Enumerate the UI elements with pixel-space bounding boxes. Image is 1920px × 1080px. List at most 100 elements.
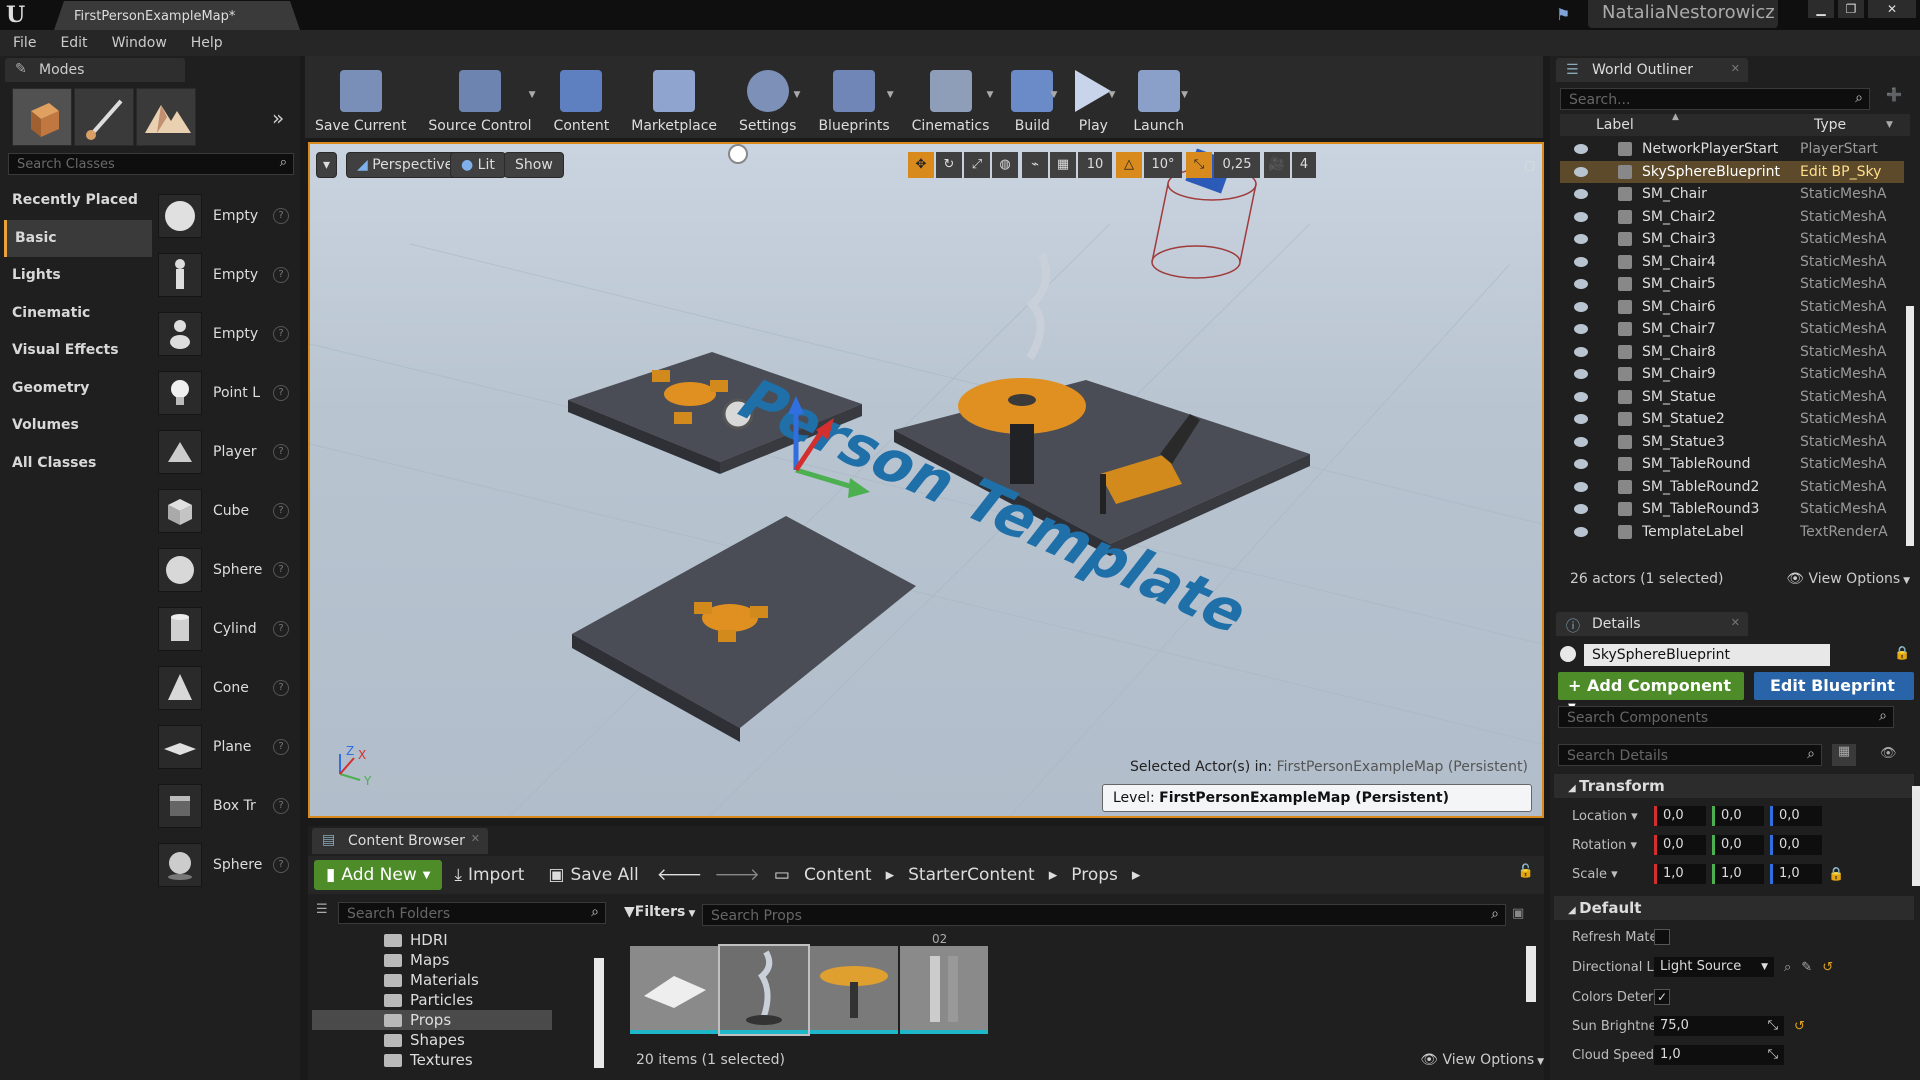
menu-file[interactable]: File [0, 30, 47, 56]
eye-icon[interactable] [1574, 459, 1588, 470]
content-button[interactable]: Content [554, 56, 609, 138]
add-new-button[interactable]: ▮ Add New ▼ [314, 860, 443, 890]
col-type-header[interactable]: Type [1814, 117, 1846, 133]
add-actor-icon[interactable]: ➕ [1886, 88, 1902, 103]
folder-scrollbar[interactable] [594, 958, 604, 1068]
browse-icon[interactable]: ⌕ [1784, 960, 1791, 975]
modes-tab[interactable]: ✎ Modes [5, 58, 185, 82]
scale-snap-value[interactable]: 0,25 [1214, 152, 1260, 178]
menu-edit[interactable]: Edit [47, 30, 98, 56]
category-visual-effects[interactable]: Visual Effects [4, 332, 152, 370]
outliner-row[interactable]: NetworkPlayerStart PlayerStart [1560, 138, 1904, 161]
breadcrumb-separator-icon[interactable]: ▸ [1049, 865, 1058, 885]
folder-hdri[interactable]: HDRI [312, 930, 552, 950]
forward-arrow-icon[interactable]: 🡒 [708, 860, 766, 890]
category-cinematic[interactable]: Cinematic [4, 295, 152, 333]
eye-icon[interactable] [1574, 481, 1588, 492]
grid-snap-value[interactable]: 10 [1078, 152, 1112, 178]
colors-determined-checkbox[interactable]: ✓ [1654, 989, 1670, 1005]
breadcrumb-separator-icon[interactable]: ▸ [886, 865, 895, 885]
outliner-row[interactable]: SM_TableRound3 StaticMeshA [1560, 498, 1904, 521]
show-button[interactable]: Show [504, 152, 564, 178]
camera-speed-icon[interactable]: 🎥 [1264, 152, 1290, 178]
eye-icon[interactable] [1574, 279, 1588, 290]
eye-icon[interactable] [1574, 324, 1588, 335]
outliner-row[interactable]: SM_Chair3 StaticMeshA [1560, 228, 1904, 251]
source-control-button[interactable]: Source Control ▼ [428, 56, 536, 138]
surface-snap-icon[interactable]: ⌁ [1022, 152, 1048, 178]
asset-thumbnail-table-round[interactable] [810, 946, 898, 1034]
maximize-icon[interactable]: ❐ [1838, 0, 1864, 18]
filters-button[interactable]: ▼Filters ▼ [624, 904, 695, 926]
landscape-mode-icon[interactable] [136, 88, 196, 146]
search-details-input[interactable]: Search Details ⌕ [1558, 744, 1822, 766]
place-mode-icon[interactable] [12, 88, 72, 146]
chevron-down-icon[interactable]: ▼ [1050, 90, 1057, 100]
eye-icon[interactable] [1574, 504, 1588, 515]
notification-icon[interactable]: ⚑ [1556, 5, 1576, 25]
close-tab-icon[interactable]: ✕ [1731, 616, 1740, 629]
close-tab-icon[interactable]: ✕ [471, 832, 480, 845]
eye-icon[interactable] [1574, 301, 1588, 312]
build-button[interactable]: Build ▼ [1011, 56, 1057, 138]
eye-icon[interactable] [1574, 144, 1588, 155]
location-y[interactable]: 0,0 [1712, 806, 1764, 826]
breadcrumb-content[interactable]: Content [804, 865, 872, 885]
play-button[interactable]: Play ▼ [1075, 56, 1115, 138]
save-all-button[interactable]: ▣ Save All [536, 860, 650, 890]
place-item-empty-character[interactable]: Empty? [158, 245, 294, 304]
grid-view-icon[interactable]: ▦ [1832, 744, 1856, 766]
close-tab-icon[interactable]: ✕ [1731, 62, 1740, 75]
save-search-icon[interactable]: ▣ [1512, 906, 1524, 921]
outliner-row[interactable]: SM_TableRound StaticMeshA [1560, 453, 1904, 476]
folder-shapes[interactable]: Shapes [312, 1030, 552, 1050]
scale-snap-icon[interactable]: ⤡ [1186, 152, 1212, 178]
eye-icon[interactable] [1574, 166, 1588, 177]
scale-z[interactable]: 1,0 [1770, 864, 1822, 884]
scale-label[interactable]: Scale ▾ [1550, 867, 1654, 882]
directional-light-dropdown[interactable]: Light Source ▼ [1654, 957, 1774, 977]
world-local-icon[interactable]: ◍ [992, 152, 1018, 178]
folder-particles[interactable]: Particles [312, 990, 552, 1010]
place-item-player-start[interactable]: Player? [158, 422, 294, 481]
eye-icon[interactable] [1574, 211, 1588, 222]
outliner-row[interactable]: SM_Statue StaticMeshA [1560, 386, 1904, 409]
help-icon[interactable]: ? [273, 384, 289, 401]
outliner-search-input[interactable]: Search... ⌕ [1560, 88, 1870, 110]
category-geometry[interactable]: Geometry [4, 370, 152, 408]
default-section[interactable]: ◢ Default [1554, 896, 1914, 920]
add-component-button[interactable]: + Add Component ▼ [1558, 672, 1744, 713]
outliner-scrollbar[interactable] [1906, 306, 1914, 546]
eye-icon[interactable] [1574, 526, 1588, 537]
help-icon[interactable]: ? [273, 856, 289, 873]
level-viewport[interactable]: Person Template Z X Y ▾ ◢ Perspective ● … [308, 142, 1544, 818]
eye-icon[interactable] [1574, 189, 1588, 200]
scale-mode-icon[interactable]: ⤢ [964, 152, 990, 178]
help-icon[interactable]: ? [273, 325, 289, 342]
settings-button[interactable]: Settings ▼ [739, 56, 800, 138]
save-current-button[interactable]: Save Current [315, 56, 406, 138]
reset-icon[interactable]: ↺ [1794, 1019, 1805, 1034]
help-icon[interactable]: ? [273, 797, 289, 814]
place-item-cube[interactable]: Cube? [158, 481, 294, 540]
blueprints-button[interactable]: Blueprints ▼ [818, 56, 894, 138]
rotation-label[interactable]: Rotation ▾ [1550, 838, 1654, 853]
details-scrollbar[interactable] [1912, 786, 1920, 886]
sources-toggle-icon[interactable]: ☰ [316, 902, 328, 917]
camera-speed-value[interactable]: 4 [1292, 152, 1316, 178]
eye-icon[interactable] [1574, 256, 1588, 267]
search-props-input[interactable]: Search Props ⌕ [702, 904, 1506, 926]
paint-mode-icon[interactable] [74, 88, 134, 146]
back-arrow-icon[interactable]: 🡐 [651, 860, 709, 890]
breadcrumb-props[interactable]: Props [1071, 865, 1118, 885]
outliner-row[interactable]: SM_Chair8 StaticMeshA [1560, 341, 1904, 364]
breadcrumb-starter-content[interactable]: StarterContent [908, 865, 1035, 885]
expand-modes-icon[interactable]: » [272, 106, 284, 130]
category-lights[interactable]: Lights [4, 257, 152, 295]
cinematics-button[interactable]: Cinematics ▼ [912, 56, 993, 138]
import-button[interactable]: ⤓ Import [442, 860, 536, 890]
category-basic[interactable]: Basic [4, 219, 152, 257]
actor-name-field[interactable]: SkySphereBlueprint [1584, 644, 1830, 666]
minimize-icon[interactable]: ▁ [1808, 0, 1834, 18]
outliner-row[interactable]: SM_Statue2 StaticMeshA [1560, 408, 1904, 431]
